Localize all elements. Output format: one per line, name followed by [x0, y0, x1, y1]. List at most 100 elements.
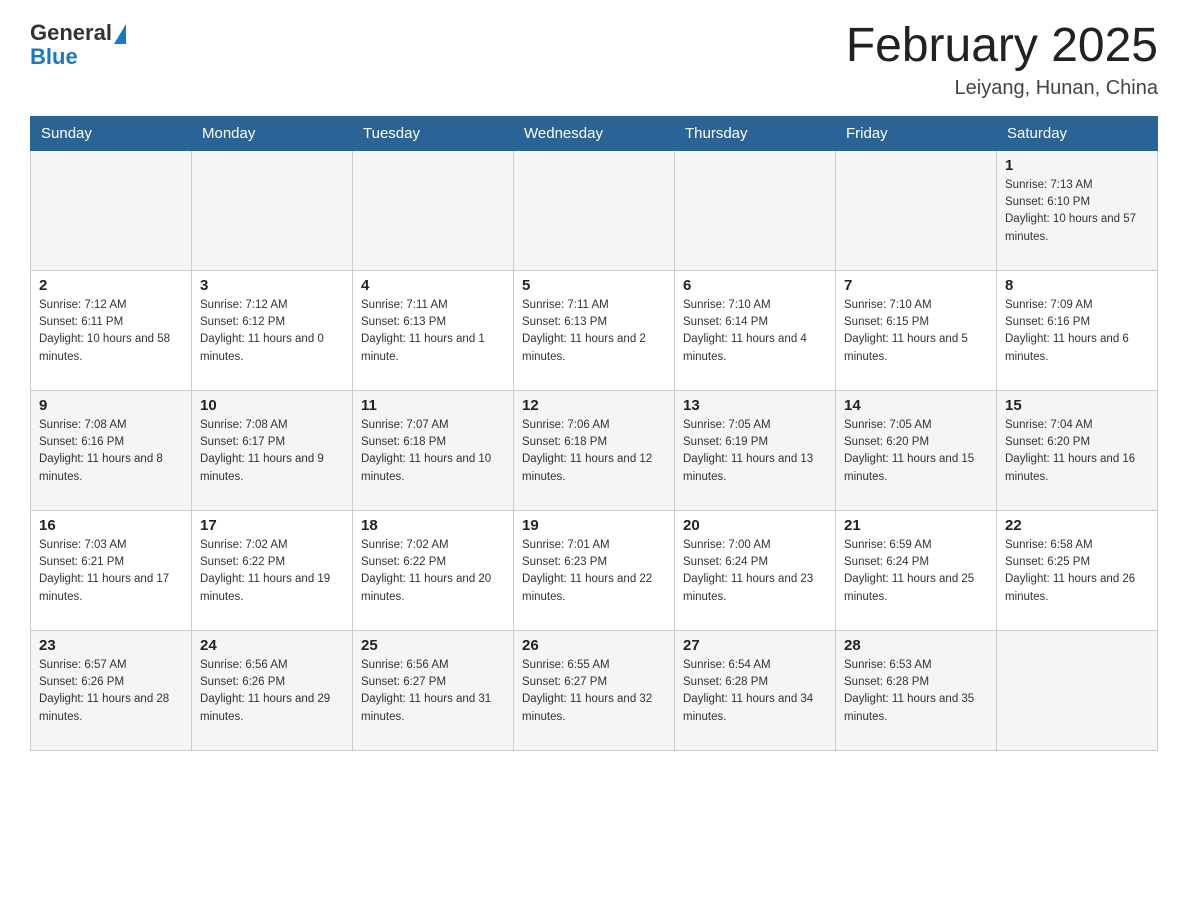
- location-title: Leiyang, Hunan, China: [846, 77, 1158, 100]
- day-number: 16: [39, 517, 183, 534]
- calendar-cell: 3 Sunrise: 7:12 AMSunset: 6:12 PMDaylight…: [192, 270, 353, 390]
- calendar-cell: 22 Sunrise: 6:58 AMSunset: 6:25 PMDayligh…: [997, 510, 1158, 630]
- day-info: Sunrise: 6:57 AMSunset: 6:26 PMDaylight:…: [39, 657, 183, 726]
- calendar-cell: 26 Sunrise: 6:55 AMSunset: 6:27 PMDayligh…: [514, 630, 675, 750]
- day-info: Sunrise: 7:13 AMSunset: 6:10 PMDaylight:…: [1005, 177, 1149, 246]
- day-info: Sunrise: 7:12 AMSunset: 6:11 PMDaylight:…: [39, 297, 183, 366]
- calendar-week-row: 1 Sunrise: 7:13 AMSunset: 6:10 PMDaylight…: [31, 150, 1158, 270]
- day-info: Sunrise: 7:05 AMSunset: 6:20 PMDaylight:…: [844, 417, 988, 486]
- calendar-cell: [31, 150, 192, 270]
- day-number: 6: [683, 277, 827, 294]
- day-number: 20: [683, 517, 827, 534]
- day-info: Sunrise: 7:08 AMSunset: 6:16 PMDaylight:…: [39, 417, 183, 486]
- calendar-cell: 11 Sunrise: 7:07 AMSunset: 6:18 PMDayligh…: [353, 390, 514, 510]
- calendar-cell: [514, 150, 675, 270]
- day-number: 18: [361, 517, 505, 534]
- day-info: Sunrise: 7:01 AMSunset: 6:23 PMDaylight:…: [522, 537, 666, 606]
- calendar-cell: 28 Sunrise: 6:53 AMSunset: 6:28 PMDayligh…: [836, 630, 997, 750]
- calendar-week-row: 9 Sunrise: 7:08 AMSunset: 6:16 PMDaylight…: [31, 390, 1158, 510]
- calendar-cell: [192, 150, 353, 270]
- day-info: Sunrise: 6:54 AMSunset: 6:28 PMDaylight:…: [683, 657, 827, 726]
- title-section: February 2025 Leiyang, Hunan, China: [846, 20, 1158, 100]
- page-header: General Blue February 2025 Leiyang, Huna…: [30, 20, 1158, 100]
- day-number: 19: [522, 517, 666, 534]
- day-number: 27: [683, 637, 827, 654]
- calendar-cell: 23 Sunrise: 6:57 AMSunset: 6:26 PMDayligh…: [31, 630, 192, 750]
- day-number: 17: [200, 517, 344, 534]
- day-info: Sunrise: 7:03 AMSunset: 6:21 PMDaylight:…: [39, 537, 183, 606]
- day-number: 12: [522, 397, 666, 414]
- day-number: 5: [522, 277, 666, 294]
- month-title: February 2025: [846, 20, 1158, 73]
- day-info: Sunrise: 7:10 AMSunset: 6:14 PMDaylight:…: [683, 297, 827, 366]
- calendar-cell: 24 Sunrise: 6:56 AMSunset: 6:26 PMDayligh…: [192, 630, 353, 750]
- calendar-cell: 2Sunrise: 7:12 AMSunset: 6:11 PMDaylight…: [31, 270, 192, 390]
- day-info: Sunrise: 7:12 AMSunset: 6:12 PMDaylight:…: [200, 297, 344, 366]
- logo-triangle-icon: [114, 24, 126, 44]
- calendar-cell: 10 Sunrise: 7:08 AMSunset: 6:17 PMDayligh…: [192, 390, 353, 510]
- day-number: 11: [361, 397, 505, 414]
- calendar-cell: 21Sunrise: 6:59 AMSunset: 6:24 PMDayligh…: [836, 510, 997, 630]
- day-info: Sunrise: 7:06 AMSunset: 6:18 PMDaylight:…: [522, 417, 666, 486]
- calendar-cell: 20 Sunrise: 7:00 AMSunset: 6:24 PMDayligh…: [675, 510, 836, 630]
- day-info: Sunrise: 7:04 AMSunset: 6:20 PMDaylight:…: [1005, 417, 1149, 486]
- day-info: Sunrise: 7:00 AMSunset: 6:24 PMDaylight:…: [683, 537, 827, 606]
- day-number: 7: [844, 277, 988, 294]
- day-header-wednesday: Wednesday: [514, 116, 675, 150]
- day-number: 24: [200, 637, 344, 654]
- day-number: 23: [39, 637, 183, 654]
- day-header-tuesday: Tuesday: [353, 116, 514, 150]
- calendar-cell: 14 Sunrise: 7:05 AMSunset: 6:20 PMDayligh…: [836, 390, 997, 510]
- day-number: 22: [1005, 517, 1149, 534]
- day-number: 9: [39, 397, 183, 414]
- day-info: Sunrise: 6:53 AMSunset: 6:28 PMDaylight:…: [844, 657, 988, 726]
- calendar-cell: [836, 150, 997, 270]
- day-info: Sunrise: 7:09 AMSunset: 6:16 PMDaylight:…: [1005, 297, 1149, 366]
- day-info: Sunrise: 6:56 AMSunset: 6:27 PMDaylight:…: [361, 657, 505, 726]
- day-number: 14: [844, 397, 988, 414]
- day-info: Sunrise: 7:08 AMSunset: 6:17 PMDaylight:…: [200, 417, 344, 486]
- calendar-header-row: SundayMondayTuesdayWednesdayThursdayFrid…: [31, 116, 1158, 150]
- day-info: Sunrise: 7:02 AMSunset: 6:22 PMDaylight:…: [361, 537, 505, 606]
- calendar-cell: [353, 150, 514, 270]
- calendar-cell: 18 Sunrise: 7:02 AMSunset: 6:22 PMDayligh…: [353, 510, 514, 630]
- day-info: Sunrise: 7:07 AMSunset: 6:18 PMDaylight:…: [361, 417, 505, 486]
- day-info: Sunrise: 7:11 AMSunset: 6:13 PMDaylight:…: [522, 297, 666, 366]
- day-number: 13: [683, 397, 827, 414]
- day-number: 1: [1005, 157, 1149, 174]
- day-info: Sunrise: 7:02 AMSunset: 6:22 PMDaylight:…: [200, 537, 344, 606]
- calendar-cell: 7 Sunrise: 7:10 AMSunset: 6:15 PMDaylight…: [836, 270, 997, 390]
- calendar-cell: [675, 150, 836, 270]
- calendar-cell: 1 Sunrise: 7:13 AMSunset: 6:10 PMDaylight…: [997, 150, 1158, 270]
- calendar-cell: 8Sunrise: 7:09 AMSunset: 6:16 PMDaylight…: [997, 270, 1158, 390]
- calendar-week-row: 16 Sunrise: 7:03 AMSunset: 6:21 PMDayligh…: [31, 510, 1158, 630]
- calendar-cell: 9 Sunrise: 7:08 AMSunset: 6:16 PMDaylight…: [31, 390, 192, 510]
- day-header-thursday: Thursday: [675, 116, 836, 150]
- day-number: 26: [522, 637, 666, 654]
- day-number: 4: [361, 277, 505, 294]
- calendar-cell: 15 Sunrise: 7:04 AMSunset: 6:20 PMDayligh…: [997, 390, 1158, 510]
- day-number: 28: [844, 637, 988, 654]
- calendar-cell: 5 Sunrise: 7:11 AMSunset: 6:13 PMDaylight…: [514, 270, 675, 390]
- day-number: 3: [200, 277, 344, 294]
- calendar-cell: [997, 630, 1158, 750]
- day-info: Sunrise: 6:56 AMSunset: 6:26 PMDaylight:…: [200, 657, 344, 726]
- day-info: Sunrise: 7:05 AMSunset: 6:19 PMDaylight:…: [683, 417, 827, 486]
- day-info: Sunrise: 6:58 AMSunset: 6:25 PMDaylight:…: [1005, 537, 1149, 606]
- day-info: Sunrise: 7:10 AMSunset: 6:15 PMDaylight:…: [844, 297, 988, 366]
- day-number: 21: [844, 517, 988, 534]
- logo-blue-text: Blue: [30, 44, 78, 70]
- calendar-cell: 27 Sunrise: 6:54 AMSunset: 6:28 PMDayligh…: [675, 630, 836, 750]
- day-number: 15: [1005, 397, 1149, 414]
- calendar-week-row: 23 Sunrise: 6:57 AMSunset: 6:26 PMDayligh…: [31, 630, 1158, 750]
- day-info: Sunrise: 6:55 AMSunset: 6:27 PMDaylight:…: [522, 657, 666, 726]
- calendar-cell: 13 Sunrise: 7:05 AMSunset: 6:19 PMDayligh…: [675, 390, 836, 510]
- day-info: Sunrise: 7:11 AMSunset: 6:13 PMDaylight:…: [361, 297, 505, 366]
- day-number: 25: [361, 637, 505, 654]
- day-number: 10: [200, 397, 344, 414]
- day-header-sunday: Sunday: [31, 116, 192, 150]
- day-header-saturday: Saturday: [997, 116, 1158, 150]
- calendar-cell: 17 Sunrise: 7:02 AMSunset: 6:22 PMDayligh…: [192, 510, 353, 630]
- calendar-cell: 12 Sunrise: 7:06 AMSunset: 6:18 PMDayligh…: [514, 390, 675, 510]
- day-header-monday: Monday: [192, 116, 353, 150]
